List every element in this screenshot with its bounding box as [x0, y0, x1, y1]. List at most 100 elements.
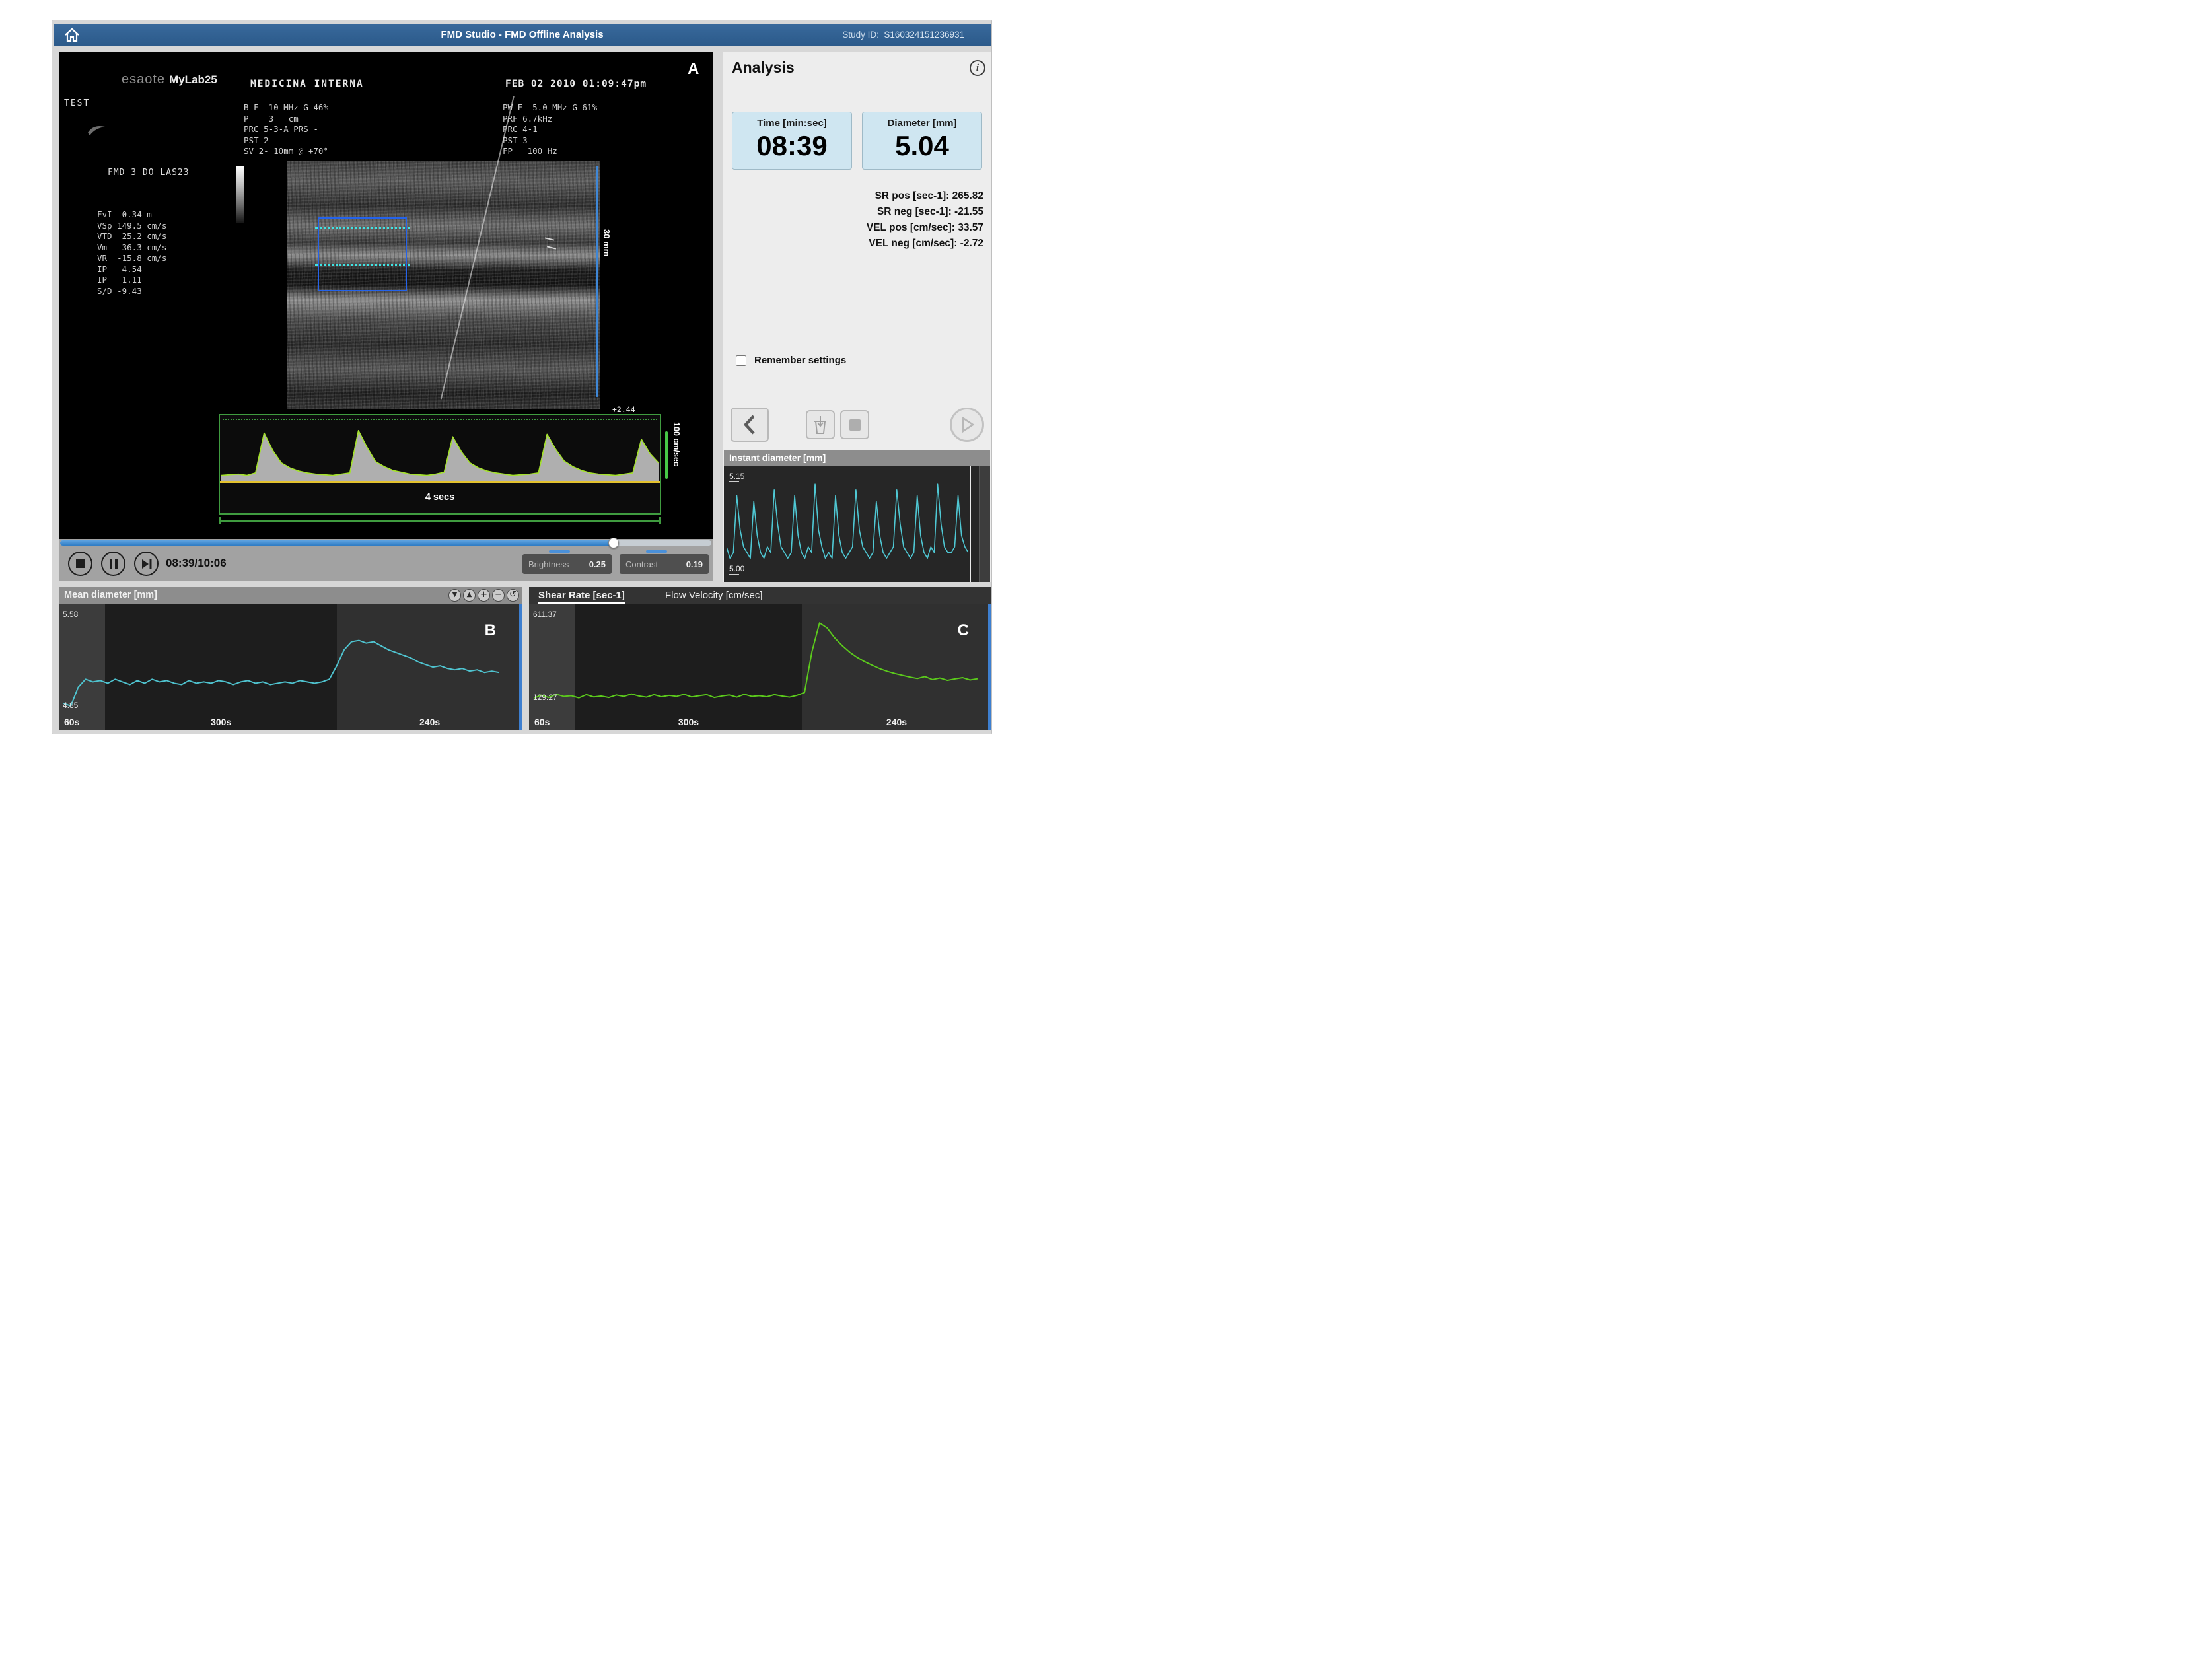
time-readout-label: Time [min:sec]	[732, 118, 851, 129]
analysis-panel: Analysis i Time [min:sec] 08:39 Diameter…	[723, 52, 991, 582]
ultrasound-image: esaoteMyLab25 MEDICINA INTERNA FEB 02 20…	[59, 52, 713, 539]
phase-label-240s: 240s	[419, 717, 440, 727]
tab-flow-velocity[interactable]: Flow Velocity [cm/sec]	[665, 590, 763, 601]
phase-label-300s: 300s	[211, 717, 231, 727]
figure-marker-b: B	[485, 622, 496, 640]
patient-label: TEST	[64, 98, 90, 108]
exam-datetime: FEB 02 2010 01:09:47pm	[505, 79, 647, 89]
velocity-scale-label: 100 cm/sec	[672, 422, 681, 466]
doppler-baseline	[220, 481, 660, 483]
continue-analysis-button[interactable]	[950, 408, 984, 442]
shear-ymin-label: 129.27	[533, 693, 557, 703]
video-panel: esaoteMyLab25 MEDICINA INTERNA FEB 02 20…	[59, 52, 713, 581]
contrast-label: Contrast	[625, 559, 658, 569]
mean-diameter-title: Mean diameter [mm]	[64, 590, 157, 600]
zoom-out-button[interactable]: −	[492, 589, 505, 602]
discard-analysis-button[interactable]	[806, 410, 835, 439]
shear-rate-panel: Shear Rate [sec-1] Flow Velocity [cm/sec…	[529, 587, 991, 730]
titlebar: FMD Studio - FMD Offline Analysis Study …	[54, 24, 991, 46]
shear-ymax-label: 611.37	[533, 610, 557, 620]
mean-diameter-header: Mean diameter [mm] ▼ ▲ + − ↺	[59, 587, 522, 604]
pan-up-button[interactable]: ▲	[463, 589, 476, 602]
depth-scale-label: 30 mm	[602, 229, 612, 256]
home-button[interactable]	[64, 27, 80, 43]
back-button[interactable]	[731, 408, 769, 442]
tab-shear-rate[interactable]: Shear Rate [sec-1]	[538, 590, 625, 604]
bmode-parameters: B F 10 MHz G 46% P 3 cm PRC 5-3-A PRS - …	[244, 102, 328, 157]
reset-view-button[interactable]: ↺	[507, 589, 519, 602]
shear-rate-plot	[534, 611, 978, 711]
contrast-value: 0.19	[686, 559, 703, 569]
phase-label-300s: 300s	[678, 717, 699, 727]
vendor-name: esaote	[122, 72, 165, 87]
depth-scale-bar	[596, 166, 598, 397]
brightness-slider[interactable]	[549, 550, 570, 553]
brightness-value: 0.25	[589, 559, 606, 569]
doppler-spectrum-box: 4 secs	[219, 414, 661, 515]
instant-diameter-title: Instant diameter [mm]	[724, 450, 990, 466]
instant-ymax-label: 5.15	[729, 472, 744, 482]
screenshot-root: FMD Studio - FMD Offline Analysis Study …	[0, 0, 1023, 773]
instant-diameter-panel: Instant diameter [mm] 5.15 5.00	[724, 450, 990, 582]
stop-button[interactable]	[68, 552, 92, 576]
figure-marker-c: C	[958, 622, 969, 640]
sr-neg-stat: SR neg [sec-1]: -21.55	[867, 204, 983, 220]
pw-parameters: PW F 5.0 MHz G 61% PRF 6.7kHz PRC 4-1 PS…	[503, 102, 597, 157]
brightness-control[interactable]: Brightness 0.25	[522, 554, 612, 574]
doppler-measurements: FvI 0.34 m VSp 149.5 cm/s VTD 25.2 cm/s …	[97, 209, 166, 297]
shear-rate-header: Shear Rate [sec-1] Flow Velocity [cm/sec…	[529, 587, 991, 604]
sr-pos-stat: SR pos [sec-1]: 265.82	[867, 188, 983, 204]
doppler-time-axis	[219, 520, 661, 522]
seek-handle[interactable]	[608, 538, 619, 548]
doppler-peak-value: +2.44	[612, 405, 635, 414]
contrast-slider[interactable]	[646, 550, 667, 553]
analysis-heading: Analysis	[732, 59, 795, 77]
chart-right-strip	[979, 466, 990, 582]
pause-button[interactable]	[101, 552, 125, 576]
remember-settings-row: Remember settings	[736, 355, 846, 366]
mean-diameter-plot	[63, 612, 499, 710]
mean-ymin-label: 4.85	[63, 701, 78, 711]
grayscale-bar	[236, 166, 244, 223]
remember-settings-checkbox[interactable]	[736, 355, 746, 366]
brightness-label: Brightness	[528, 559, 569, 569]
info-icon[interactable]: i	[970, 60, 985, 76]
phase-label-240s: 240s	[886, 717, 907, 727]
phase-label-60s: 60s	[64, 717, 79, 727]
vendor-logo: esaoteMyLab25	[122, 72, 217, 87]
analysis-stats: SR pos [sec-1]: 265.82 SR neg [sec-1]: -…	[867, 188, 983, 252]
vel-neg-stat: VEL neg [cm/sec]: -2.72	[867, 236, 983, 252]
diameter-readout-value: 5.04	[863, 129, 981, 163]
chevron-left-icon	[742, 414, 758, 435]
step-play-icon	[141, 559, 153, 569]
clinic-name: MEDICINA INTERNA	[250, 79, 364, 89]
mean-diameter-chart: 5.58 4.85 60s 300s 240s B	[59, 604, 522, 730]
seek-progress	[60, 540, 614, 546]
mean-ymax-label: 5.58	[63, 610, 78, 620]
time-readout-value: 08:39	[732, 129, 851, 163]
scroll-indicator	[519, 604, 522, 730]
step-forward-button[interactable]	[134, 552, 159, 576]
seek-bar[interactable]	[60, 540, 711, 546]
doppler-spectrum-plot	[221, 419, 659, 481]
playback-time: 08:39/10:06	[166, 557, 227, 570]
instant-diameter-chart: 5.15 5.00	[724, 466, 990, 582]
instant-diameter-plot	[727, 473, 968, 575]
stop-analysis-button[interactable]	[840, 410, 869, 439]
pause-icon	[110, 559, 118, 569]
contrast-control[interactable]: Contrast 0.19	[620, 554, 709, 574]
chart-cursor-line	[970, 466, 971, 582]
figure-marker-a: A	[688, 60, 699, 79]
pan-down-button[interactable]: ▼	[448, 589, 461, 602]
scroll-indicator	[988, 604, 991, 730]
stop-icon	[76, 559, 85, 568]
home-icon	[64, 27, 80, 43]
remember-settings-label: Remember settings	[754, 355, 846, 366]
posterior-wall-trace	[315, 264, 410, 266]
zoom-in-button[interactable]: +	[478, 589, 490, 602]
esaote-mark-icon	[87, 124, 106, 140]
stop-square-icon	[849, 419, 861, 431]
anterior-wall-trace	[315, 227, 410, 229]
study-id: Study ID: S160324151236931	[842, 24, 964, 46]
study-id-value: S160324151236931	[884, 30, 964, 40]
